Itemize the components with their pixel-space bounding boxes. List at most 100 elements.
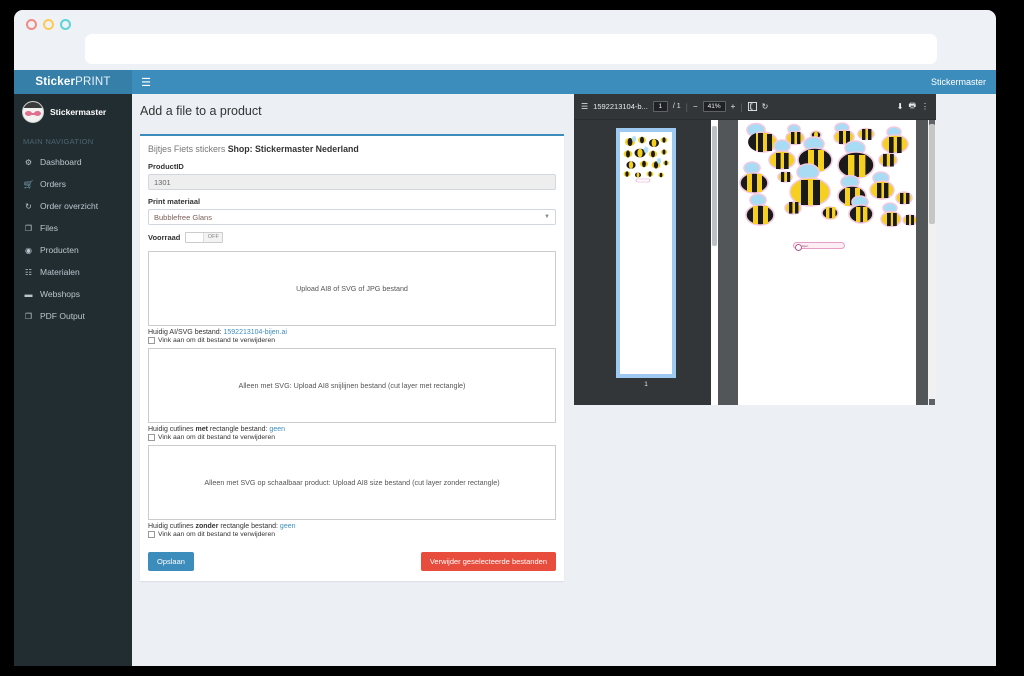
sidebar-item-producten[interactable]: ◉ Producten <box>14 239 132 261</box>
sidebar-item-orders[interactable]: 🛒 Orders <box>14 173 132 195</box>
delete-file-checkbox[interactable] <box>148 434 155 441</box>
maximize-window-button[interactable] <box>60 19 71 30</box>
delete-check-row-main: Vink aan om dit bestand te verwijderen <box>148 337 556 344</box>
pdf-toolbar: ☰ 1592213104-b... 1 / 1 | − 41% + | ↻ ⬇ … <box>574 94 936 120</box>
sidebar-item-label: Orders <box>40 179 66 189</box>
chevron-down-icon: ▼ <box>544 214 550 220</box>
delete-file-checkbox[interactable] <box>148 531 155 538</box>
thumbnail-scrollbar[interactable] <box>711 120 718 405</box>
sidebar-toggle-button[interactable]: ☰ <box>132 70 160 94</box>
kebab-menu-icon[interactable]: ⋮ <box>921 102 929 111</box>
current-file-value: geen <box>279 523 296 530</box>
pdf-viewer-scrollbar[interactable] <box>928 120 936 405</box>
thumbnail-page-label: 1 <box>644 381 648 388</box>
delete-file-label: Vink aan om dit bestand te verwijderen <box>158 434 276 441</box>
avatar-hair <box>23 102 43 108</box>
navbar-user-label[interactable]: Stickermaster <box>931 77 996 87</box>
print-material-value: Bubblefree Glans <box>154 212 212 222</box>
current-file-value: geen <box>269 426 285 433</box>
current-file-suffix: rectangle bestand: <box>207 426 270 433</box>
print-icon[interactable]: 🖶 <box>908 100 916 114</box>
browser-window: Sticker PRINT ☰ Stickermaster Stickermast… <box>14 10 996 666</box>
sidebar-item-order-overzicht[interactable]: ↻ Order overzicht <box>14 195 132 217</box>
address-bar[interactable] <box>85 34 937 64</box>
pdf-body: 1 bijen <box>574 120 936 405</box>
pdf-page-viewer: bijen <box>718 120 936 405</box>
sidebar: Stickermaster MAIN NAVIGATION ⚙ Dashboar… <box>14 94 132 666</box>
zoom-level-value[interactable]: 41% <box>702 101 726 112</box>
fit-page-icon[interactable] <box>747 102 757 111</box>
form-actions: Opslaan Verwijder geselecteerde bestande… <box>148 546 556 571</box>
form-header-shop: Shop: Stickermaster Nederland <box>227 144 359 154</box>
hamburger-icon: ☰ <box>141 76 151 89</box>
content-area: Add a file to a product Bijtjes Fiets st… <box>132 94 996 666</box>
sidebar-item-dashboard[interactable]: ⚙ Dashboard <box>14 151 132 173</box>
pdf-page-thumbnail[interactable] <box>616 128 676 378</box>
current-file-emphasis: zonder <box>195 523 219 530</box>
upload-dropzone-main[interactable]: Upload AI8 of SVG of JPG bestand <box>148 251 556 326</box>
current-file-prefix: Huidig cutlines <box>148 426 196 433</box>
delete-file-label: Vink aan om dit bestand te verwijderen <box>158 531 276 538</box>
product-id-value: 1301 <box>154 177 171 187</box>
upload-dropzone-cutlines-no-rect[interactable]: Alleen met SVG op schaalbaar product: Up… <box>148 445 556 520</box>
voorraad-row: Voorraad OFF <box>148 232 556 243</box>
pdf-page-sheet[interactable]: bijen <box>738 120 916 405</box>
toolbar-divider: | <box>685 101 688 112</box>
pdf-page-artwork <box>739 122 916 228</box>
sidebar-item-label: Files <box>40 223 58 233</box>
sidebar-user-panel[interactable]: Stickermaster <box>14 94 132 130</box>
sidebar-user-name: Stickermaster <box>50 107 107 117</box>
pdf-thumbnail-pane: 1 <box>574 120 718 405</box>
delete-file-checkbox[interactable] <box>148 337 155 344</box>
product-id-label: ProductID <box>148 162 184 171</box>
current-file-suffix: rectangle bestand: <box>218 523 280 530</box>
sidebar-item-materialen[interactable]: ☷ Materialen <box>14 261 132 283</box>
pdf-viewer-scrollbar-thumb[interactable] <box>929 124 935 224</box>
delete-selected-files-button[interactable]: Verwijder geselecteerde bestanden <box>420 552 556 571</box>
current-file-row-cutlines-with-rect: Huidig cutlines met rectangle bestand: g… <box>148 426 556 433</box>
page-number-input[interactable]: 1 <box>652 101 668 112</box>
current-file-emphasis: met <box>195 426 208 433</box>
print-material-select[interactable]: Bubblefree Glans ▼ <box>148 209 556 225</box>
dropzone-text: Alleen met SVG op schaalbaar product: Up… <box>204 478 500 487</box>
thumbnail-artwork <box>623 136 669 183</box>
print-material-label: Print materiaal <box>148 197 201 206</box>
sidebar-item-label: Producten <box>40 245 79 255</box>
voorraad-label: Voorraad <box>148 233 181 242</box>
refresh-icon: ↻ <box>25 201 32 211</box>
current-file-prefix: Huidig AI/SVG bestand: <box>148 329 224 336</box>
sidebar-item-label: Dashboard <box>40 157 82 167</box>
file-upload-form: Bijtjes Fiets stickers Shop: Stickermast… <box>140 134 564 581</box>
window-controls <box>26 19 71 30</box>
rotate-icon[interactable]: ↻ <box>762 102 769 111</box>
download-icon[interactable]: ⬇ <box>897 102 904 111</box>
voorraad-toggle[interactable]: OFF <box>185 232 224 243</box>
thumbnail-scrollbar-thumb[interactable] <box>712 126 717 246</box>
sidebar-item-pdf-output[interactable]: ❐ PDF Output <box>14 305 132 327</box>
minus-icon[interactable]: − <box>693 102 698 111</box>
scroll-down-arrow[interactable] <box>929 399 935 405</box>
app-logo[interactable]: Sticker PRINT <box>14 70 132 94</box>
avatar-glasses <box>31 113 36 115</box>
close-window-button[interactable] <box>26 19 37 30</box>
sidebar-item-label: PDF Output <box>40 311 85 321</box>
hamburger-icon[interactable]: ☰ <box>581 102 588 111</box>
product-id-field[interactable]: 1301 <box>148 174 556 190</box>
pdf-viewer: ☰ 1592213104-b... 1 / 1 | − 41% + | ↻ ⬇ … <box>574 94 936 405</box>
upload-dropzone-cutlines-with-rect[interactable]: Alleen met SVG: Upload AI8 snijlijnen be… <box>148 348 556 423</box>
form-header: Bijtjes Fiets stickers Shop: Stickermast… <box>148 144 556 154</box>
files-icon: ❐ <box>24 223 33 233</box>
current-file-link[interactable]: 1592213104-bijen.ai <box>224 329 287 336</box>
delete-file-label: Vink aan om dit bestand te verwijderen <box>158 337 276 344</box>
sidebar-item-files[interactable]: ❐ Files <box>14 217 132 239</box>
browser-chrome-bar <box>14 10 996 70</box>
sidebar-item-webshops[interactable]: ▬ Webshops <box>14 283 132 305</box>
sidebar-nav-header: MAIN NAVIGATION <box>23 137 94 146</box>
sidebar-item-label: Order overzicht <box>40 201 99 211</box>
artwork-mini-label: bijen <box>793 242 845 251</box>
plus-icon[interactable]: + <box>731 102 736 111</box>
save-button[interactable]: Opslaan <box>148 552 194 571</box>
current-file-row-main: Huidig AI/SVG bestand: 1592213104-bijen.… <box>148 329 556 336</box>
minimize-window-button[interactable] <box>43 19 54 30</box>
product-icon: ◉ <box>25 245 32 255</box>
